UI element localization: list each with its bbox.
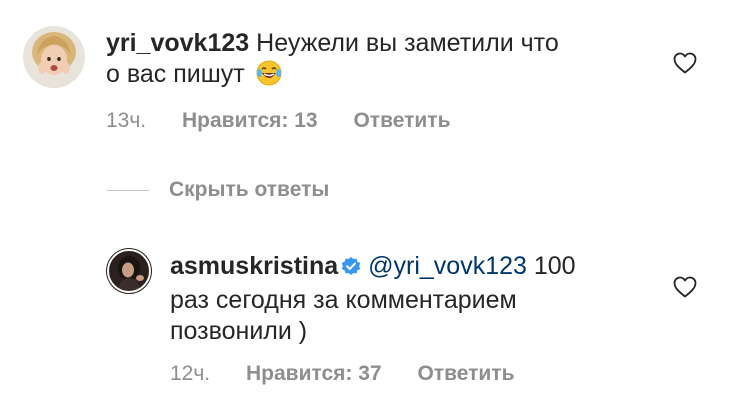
reply-meta: 12ч. Нравится: 37 Ответить bbox=[170, 362, 515, 386]
reply-likes[interactable]: Нравится: 37 bbox=[246, 362, 382, 385]
comment-text-line2: о вас пишут bbox=[106, 60, 245, 88]
reply-text-line1: 100 bbox=[533, 252, 576, 280]
reply-reply-button[interactable]: Ответить bbox=[417, 362, 514, 385]
comment-likes[interactable]: Нравится: 13 bbox=[182, 109, 318, 132]
reply-time: 12ч. bbox=[170, 362, 211, 385]
heart-icon[interactable] bbox=[673, 276, 697, 303]
reply-text-line2: раз сегодня за комментарием bbox=[170, 286, 517, 314]
comment-text-line1: Неужели вы заметили что bbox=[256, 29, 559, 57]
comment-meta: 13ч. Нравится: 13 Ответить bbox=[106, 109, 451, 133]
hide-replies-label[interactable]: Скрыть ответы bbox=[169, 178, 329, 202]
verified-badge-icon bbox=[340, 254, 362, 285]
reply-text-line3: позвонили ) bbox=[170, 317, 308, 345]
reply-button[interactable]: Ответить bbox=[353, 109, 450, 132]
comment-text: yri_vovk123 Неужели вы заметили что о ва… bbox=[106, 28, 626, 94]
hide-replies-button[interactable]: Скрыть ответы bbox=[107, 178, 329, 202]
reply-text: asmuskristina @yri_vovk123 100 раз сегод… bbox=[170, 251, 640, 347]
reply-avatar[interactable] bbox=[106, 248, 152, 294]
heart-icon[interactable] bbox=[673, 52, 697, 79]
reply-username[interactable]: asmuskristina bbox=[170, 252, 338, 280]
avatar[interactable] bbox=[23, 26, 85, 88]
reply-mention[interactable]: @yri_vovk123 bbox=[368, 252, 527, 280]
divider-line bbox=[107, 189, 149, 191]
laughing-tears-emoji-icon bbox=[256, 60, 282, 94]
comment-username[interactable]: yri_vovk123 bbox=[106, 29, 249, 57]
comment-time: 13ч. bbox=[106, 109, 147, 132]
